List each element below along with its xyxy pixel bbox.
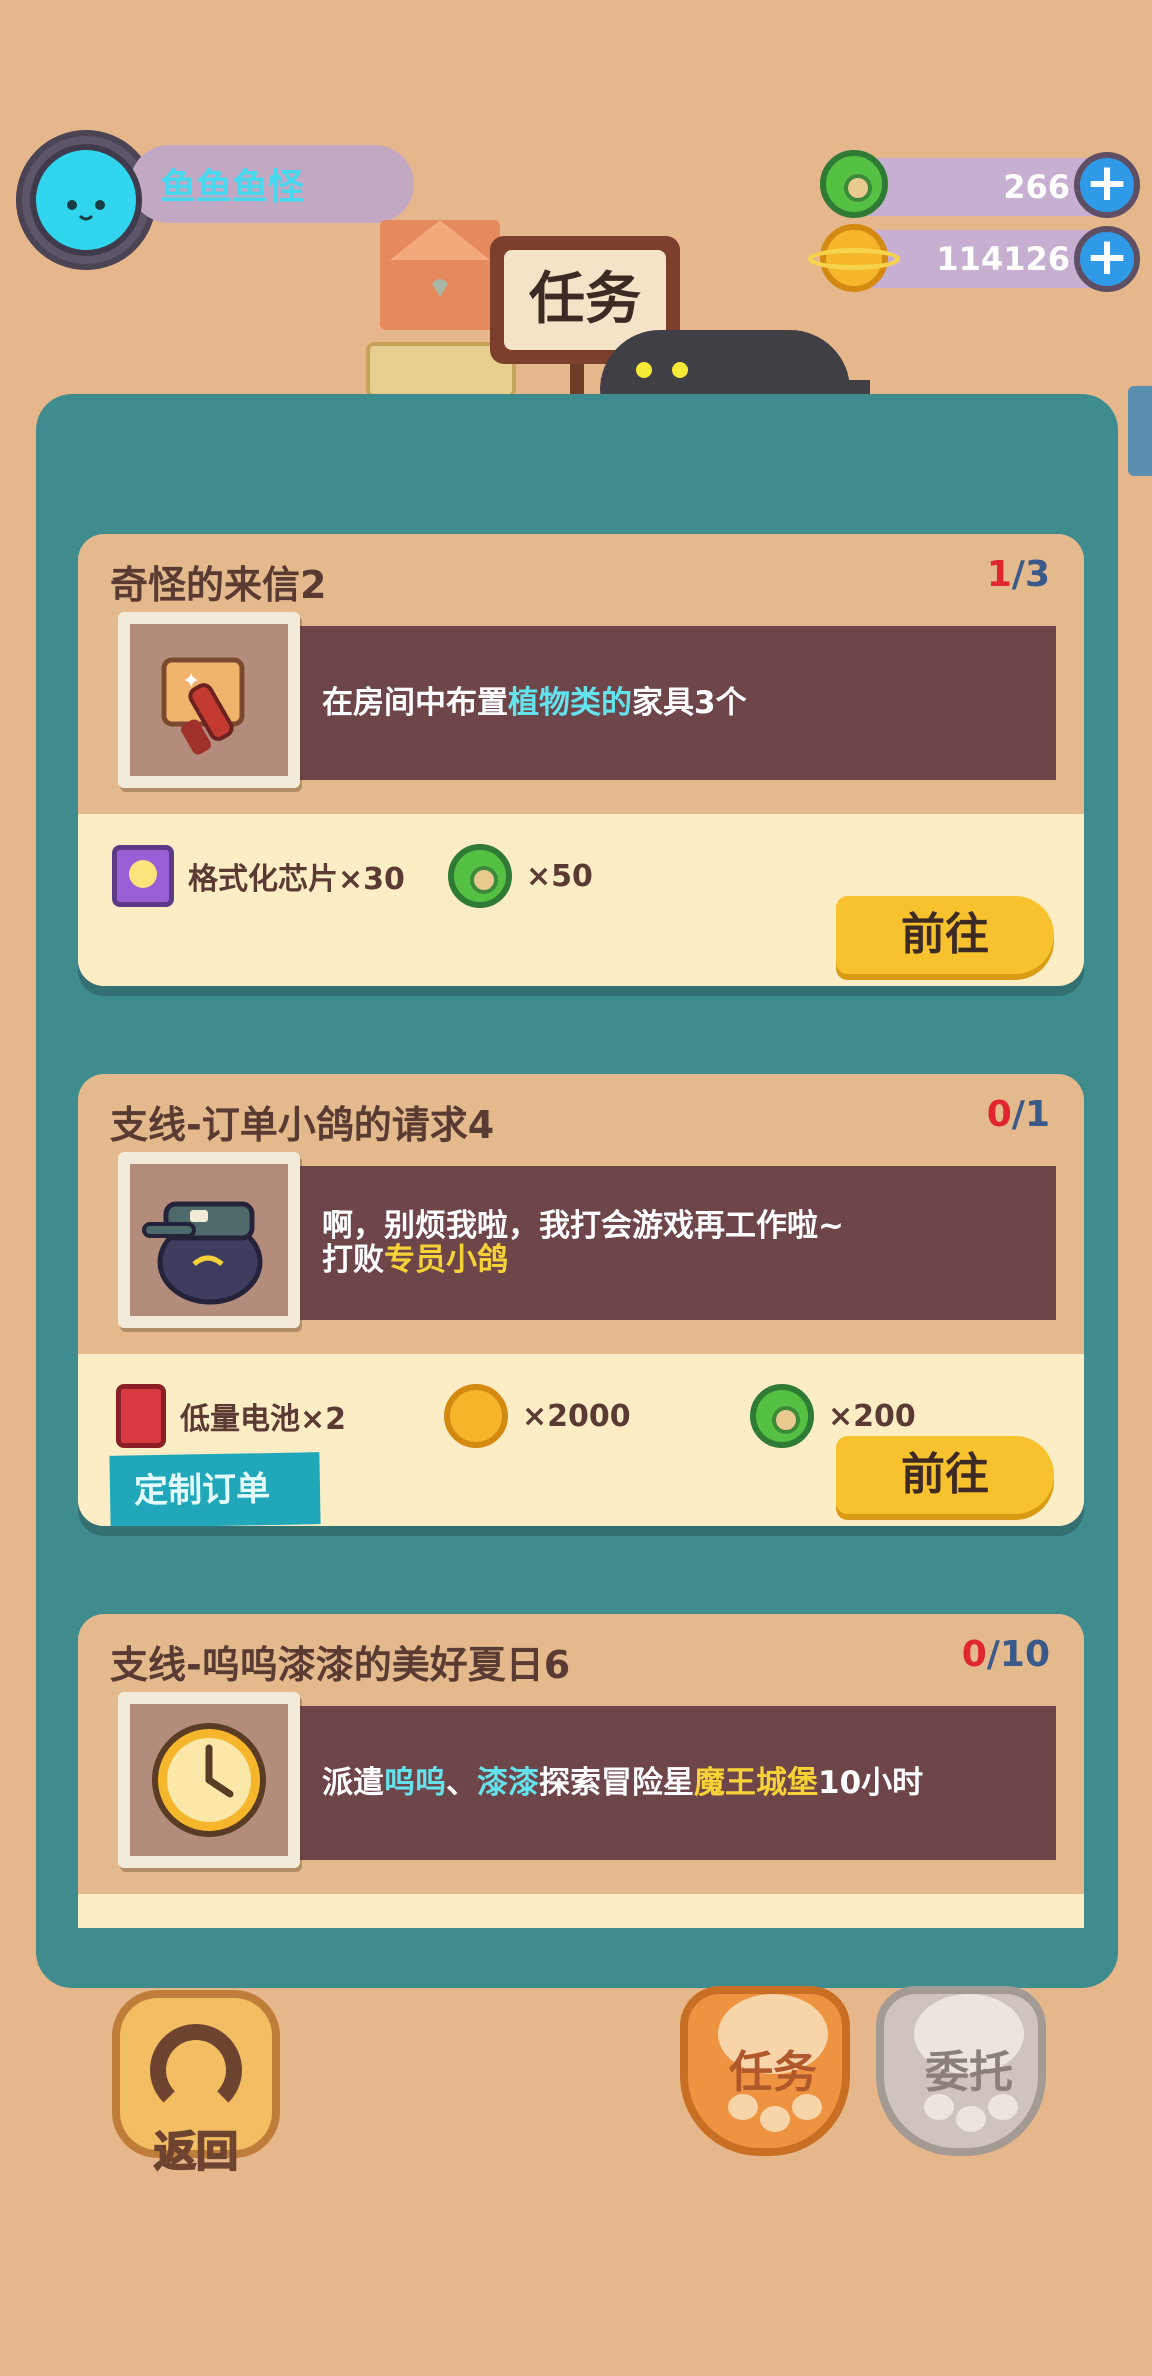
task-icon-frame: ✦	[118, 612, 300, 788]
coin-count: 114126	[936, 240, 1070, 278]
house-icon	[380, 220, 500, 330]
task-card: 奇怪的来信2 1/3 在房间中布置植物类的家具3个 ✦ 格式化芯片×30 ×50…	[78, 534, 1084, 986]
gem-icon	[448, 844, 512, 908]
task-card: 支线-呜呜漆漆的美好夏日6 0/10 派遣呜呜、漆漆探索冒险星魔王城堡10小时	[78, 1614, 1084, 1928]
reward-item: 低量电池×2	[116, 1384, 346, 1448]
cat-eye	[636, 362, 652, 378]
avatar[interactable]	[30, 144, 142, 256]
rewards-section: 低量电池×2 ×2000 ×200 定制订单 前往	[78, 1354, 1084, 1526]
reward-item: ×50	[448, 844, 593, 908]
add-gems-button[interactable]: +	[1074, 152, 1140, 218]
tab-tasks[interactable]: 任务	[680, 1986, 850, 2156]
tab-tasks-label: 任务	[729, 2047, 817, 2098]
task-card: 支线-订单小鸽的请求4 0/1 啊，别烦我啦，我打会游戏再工作啦~ 打败专员小鸽	[78, 1074, 1084, 1526]
paint-roller-icon: ✦	[161, 657, 245, 755]
battery-icon	[116, 1384, 166, 1448]
go-button[interactable]: 前往	[836, 896, 1054, 974]
go-button[interactable]: 前往	[836, 1436, 1054, 1514]
back-label: 返回	[153, 2126, 239, 2177]
chip-icon	[112, 845, 174, 907]
task-progress: 0/10	[961, 1634, 1050, 1675]
task-progress: 1/3	[986, 554, 1050, 595]
cat-eye	[672, 362, 688, 378]
rewards-section: 格式化芯片×30 ×50 前往	[78, 814, 1084, 986]
reward-item: 格式化芯片×30	[112, 844, 405, 908]
task-description: 在房间中布置植物类的家具3个	[322, 685, 747, 721]
green-gem-icon	[820, 150, 888, 218]
coin-icon	[444, 1384, 508, 1448]
side-tab[interactable]	[1128, 386, 1152, 476]
task-progress: 0/1	[986, 1094, 1050, 1135]
task-title: 支线-呜呜漆漆的美好夏日6	[110, 1643, 571, 1687]
task-icon-frame	[118, 1152, 300, 1328]
clock-icon	[152, 1723, 266, 1837]
task-list[interactable]: 奇怪的来信2 1/3 在房间中布置植物类的家具3个 ✦ 格式化芯片×30 ×50…	[36, 394, 1118, 1928]
task-title: 支线-订单小鸽的请求4	[110, 1103, 495, 1147]
gem-count: 266	[1003, 168, 1070, 206]
custom-order-tag: 定制订单	[109, 1452, 321, 1526]
task-description: 派遣呜呜、漆漆探索冒险星魔王城堡10小时	[322, 1765, 924, 1801]
cat-face-icon	[54, 160, 118, 221]
task-description: 啊，别烦我啦，我打会游戏再工作啦~ 打败专员小鸽	[322, 1208, 844, 1278]
task-icon-frame	[118, 1692, 300, 1868]
svg-text:✦: ✦	[182, 669, 200, 694]
add-coins-button[interactable]: +	[1074, 226, 1140, 292]
tab-commission[interactable]: 委托	[876, 1986, 1046, 2156]
reward-item: ×2000	[444, 1384, 631, 1448]
tab-commission-label: 委托	[925, 2047, 1013, 2098]
rewards-section	[78, 1894, 1084, 1928]
player-name: 鱼鱼鱼怪	[160, 167, 305, 208]
task-title: 奇怪的来信2	[110, 563, 327, 607]
back-arrow-icon	[150, 2024, 242, 2116]
planet-ring-icon	[808, 248, 900, 270]
gem-icon	[750, 1384, 814, 1448]
pigeon-icon	[142, 1201, 263, 1305]
